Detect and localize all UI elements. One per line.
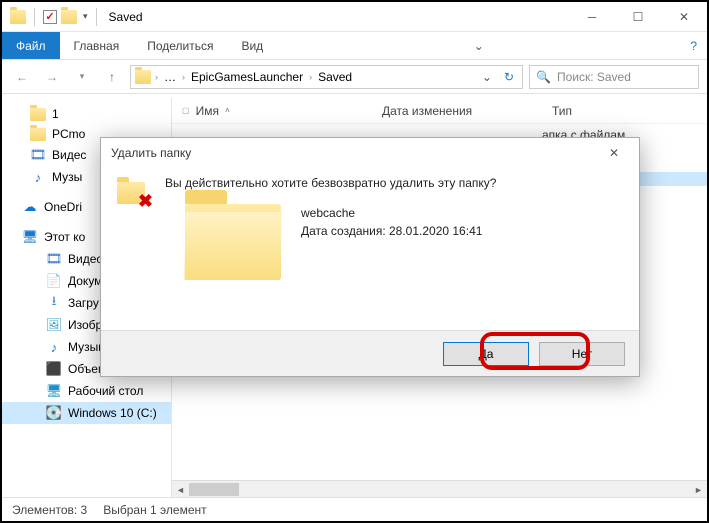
breadcrumb-sep: › bbox=[182, 72, 185, 82]
delete-folder-warning-icon: ✖ bbox=[117, 176, 149, 208]
sidebar-item[interactable]: 1 bbox=[2, 104, 171, 124]
up-button[interactable]: ↑ bbox=[100, 65, 124, 89]
refresh-icon[interactable]: ↻ bbox=[500, 70, 518, 84]
forward-button[interactable]: → bbox=[40, 65, 64, 89]
search-input[interactable]: 🔍 Поиск: Saved bbox=[529, 65, 699, 89]
ribbon-expand-icon[interactable]: ⌄ bbox=[464, 32, 494, 59]
folder-preview-icon bbox=[185, 204, 281, 280]
status-bar: Элементов: 3 Выбран 1 элемент bbox=[2, 497, 707, 521]
onedrive-icon: ☁ bbox=[22, 199, 38, 215]
desktop-icon: 🖥 bbox=[46, 383, 62, 399]
delete-confirmation-dialog: Удалить папку ✕ ✖ Вы действительно хотит… bbox=[100, 137, 640, 377]
no-button[interactable]: Нет bbox=[539, 342, 625, 366]
item-count: Элементов: 3 bbox=[12, 503, 87, 517]
dialog-titlebar: Удалить папку ✕ bbox=[101, 138, 639, 168]
scroll-right-icon[interactable]: ► bbox=[690, 481, 707, 498]
qat-newfolder-icon[interactable] bbox=[61, 10, 77, 24]
breadcrumb-item[interactable]: Saved bbox=[316, 70, 354, 84]
pc-icon: 🖥 bbox=[22, 229, 38, 245]
sidebar-item-drive-c[interactable]: 💽Windows 10 (C:) bbox=[2, 402, 171, 424]
tab-file[interactable]: Файл bbox=[2, 32, 60, 59]
app-icon bbox=[10, 10, 26, 24]
dialog-message: Вы действительно хотите безвозвратно уда… bbox=[165, 176, 623, 190]
horizontal-scrollbar[interactable]: ◄ ► bbox=[172, 480, 707, 497]
selection-count: Выбран 1 элемент bbox=[103, 503, 206, 517]
qat-divider bbox=[34, 8, 35, 26]
sort-indicator-icon: ˄ bbox=[225, 106, 230, 115]
dialog-item-date: Дата создания: 28.01.2020 16:41 bbox=[301, 222, 482, 240]
yes-button[interactable]: Да bbox=[443, 342, 529, 366]
minimize-button[interactable]: ─ bbox=[569, 2, 615, 32]
breadcrumb-sep: › bbox=[309, 72, 312, 82]
column-headers: ▢ Имя ˄ Дата изменения Тип bbox=[172, 98, 707, 124]
back-button[interactable]: ← bbox=[10, 65, 34, 89]
folder-icon bbox=[30, 108, 46, 121]
music-icon: ♪ bbox=[46, 339, 62, 355]
sidebar-item[interactable]: 🖥Рабочий стол bbox=[2, 380, 171, 402]
music-icon: ♪ bbox=[30, 169, 46, 185]
qat-divider-2 bbox=[96, 8, 97, 26]
pictures-icon: 🖼 bbox=[46, 317, 62, 333]
tab-home[interactable]: Главная bbox=[60, 32, 134, 59]
window-title: Saved bbox=[109, 10, 143, 24]
tab-view[interactable]: Вид bbox=[227, 32, 277, 59]
scroll-thumb[interactable] bbox=[189, 483, 239, 496]
column-date[interactable]: Дата изменения bbox=[372, 104, 542, 118]
maximize-button[interactable]: ☐ bbox=[615, 2, 661, 32]
dialog-close-button[interactable]: ✕ bbox=[599, 138, 629, 168]
qat-checkbox-icon[interactable]: ✓ bbox=[43, 10, 57, 24]
video-icon: 🎞 bbox=[30, 147, 46, 163]
navigation-bar: ← → ▾ ↑ › … › EpicGamesLauncher › Saved … bbox=[2, 60, 707, 94]
address-dropdown-icon[interactable]: ⌄ bbox=[478, 70, 496, 84]
video-icon: 🎞 bbox=[46, 251, 62, 267]
address-bar[interactable]: › … › EpicGamesLauncher › Saved ⌄ ↻ bbox=[130, 65, 523, 89]
drive-icon: 💽 bbox=[46, 405, 62, 421]
dialog-item-name: webcache bbox=[301, 204, 482, 222]
breadcrumb-item[interactable]: EpicGamesLauncher bbox=[189, 70, 305, 84]
search-icon: 🔍 bbox=[536, 70, 551, 84]
3dobjects-icon: ⬛ bbox=[46, 361, 62, 377]
dialog-button-row: Да Нет bbox=[101, 330, 639, 376]
documents-icon: 📄 bbox=[46, 273, 62, 289]
folder-icon bbox=[135, 70, 151, 84]
column-type[interactable]: Тип bbox=[542, 104, 707, 118]
ribbon-tabs: Файл Главная Поделиться Вид ⌄ ? bbox=[2, 32, 707, 60]
qat-dropdown-icon[interactable]: ▾ bbox=[83, 11, 88, 22]
recent-dropdown-icon[interactable]: ▾ bbox=[70, 65, 94, 89]
column-name[interactable]: ▢ Имя ˄ bbox=[172, 104, 372, 118]
folder-icon bbox=[30, 128, 46, 141]
breadcrumb-sep: › bbox=[155, 72, 158, 82]
downloads-icon: ⭳ bbox=[46, 295, 62, 311]
close-button[interactable]: ✕ bbox=[661, 2, 707, 32]
tab-share[interactable]: Поделиться bbox=[133, 32, 227, 59]
window-titlebar: ✓ ▾ Saved ─ ☐ ✕ bbox=[2, 2, 707, 32]
search-placeholder: Поиск: Saved bbox=[557, 70, 631, 84]
breadcrumb-ellipsis[interactable]: … bbox=[162, 70, 178, 84]
ribbon-help-icon[interactable]: ? bbox=[680, 32, 707, 59]
scroll-left-icon[interactable]: ◄ bbox=[172, 481, 189, 498]
dialog-title: Удалить папку bbox=[111, 146, 191, 160]
